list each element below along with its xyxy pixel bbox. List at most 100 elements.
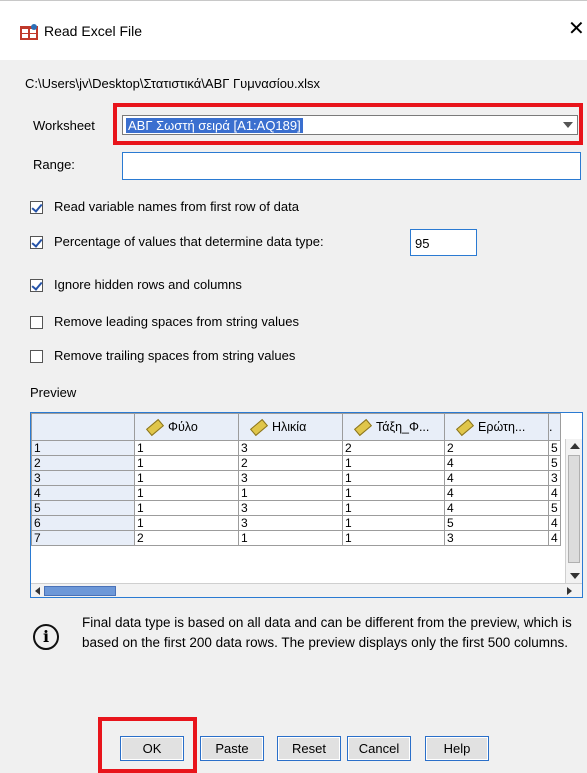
- header-row: Φύλο Ηλικία Τάξη_Φ... Ερώτη... .: [31, 413, 561, 441]
- column-header[interactable]: Τάξη_Φ...: [342, 413, 445, 441]
- table-cell: 1: [134, 440, 239, 456]
- remove-leading-label: Remove leading spaces from string values: [54, 314, 299, 329]
- chevron-down-icon: [570, 573, 580, 579]
- table-cell: 4: [444, 455, 549, 471]
- table-cell: 1: [342, 530, 445, 546]
- table-cell: 1: [134, 455, 239, 471]
- table-cell: 4: [548, 515, 561, 531]
- reset-button[interactable]: Reset: [277, 736, 341, 761]
- table-cell: 2: [134, 530, 239, 546]
- table-cell: 1: [342, 485, 445, 501]
- table-row: 5 1 3 1 4 5: [31, 500, 561, 516]
- worksheet-value: ΑΒΓ Σωστή σειρά [A1:AQ189]: [126, 118, 303, 133]
- close-icon[interactable]: ✕: [568, 19, 585, 39]
- preview-grid[interactable]: Φύλο Ηλικία Τάξη_Φ... Ερώτη... . 1 1 3 2…: [30, 412, 583, 598]
- table-cell: 2: [342, 440, 445, 456]
- table-cell: 5: [548, 440, 561, 456]
- table-cell: 1: [134, 470, 239, 486]
- vertical-scroll-thumb[interactable]: [568, 455, 580, 563]
- table-cell: 1: [134, 485, 239, 501]
- table-cell: 5: [548, 455, 561, 471]
- table-cell: 4: [444, 485, 549, 501]
- scroll-up-button[interactable]: [566, 439, 582, 453]
- read-var-names-checkbox[interactable]: [30, 201, 43, 214]
- column-header[interactable]: Φύλο: [134, 413, 239, 441]
- remove-trailing-label: Remove trailing spaces from string value…: [54, 348, 296, 363]
- column-header[interactable]: Ηλικία: [238, 413, 343, 441]
- read-var-names-label: Read variable names from first row of da…: [54, 199, 299, 214]
- table-row: 3 1 3 1 4 3: [31, 470, 561, 486]
- table-row: 6 1 3 1 5 4: [31, 515, 561, 531]
- horizontal-scrollbar[interactable]: [31, 583, 582, 597]
- table-row: 1 1 3 2 2 5: [31, 440, 561, 456]
- scale-variable-icon: [455, 419, 475, 437]
- help-button[interactable]: Help: [425, 736, 489, 761]
- table-cell: 4: [548, 485, 561, 501]
- table-cell: 3: [238, 440, 343, 456]
- preview-label: Preview: [30, 385, 77, 400]
- ok-button[interactable]: OK: [120, 736, 184, 761]
- percentage-checkbox[interactable]: [30, 236, 43, 249]
- table-cell: 4: [444, 470, 549, 486]
- spss-data-icon: [20, 24, 38, 40]
- table-cell: 1: [134, 515, 239, 531]
- table-cell: 3: [238, 470, 343, 486]
- table-cell: 5: [548, 500, 561, 516]
- info-icon: i: [33, 624, 59, 650]
- worksheet-select[interactable]: ΑΒΓ Σωστή σειρά [A1:AQ189]: [122, 115, 578, 135]
- table-cell: 2: [444, 440, 549, 456]
- title-bar: Read Excel File ✕: [0, 0, 587, 61]
- table-row: 2 1 2 1 4 5: [31, 455, 561, 471]
- preview-table: Φύλο Ηλικία Τάξη_Φ... Ερώτη... . 1 1 3 2…: [31, 413, 561, 546]
- row-header[interactable]: 5: [31, 500, 135, 516]
- table-row: 7 2 1 1 3 4: [31, 530, 561, 546]
- paste-button[interactable]: Paste: [200, 736, 264, 761]
- table-cell: 4: [548, 530, 561, 546]
- table-cell: 1: [238, 485, 343, 501]
- table-row: 4 1 1 1 4 4: [31, 485, 561, 501]
- file-path: C:\Users\jv\Desktop\Στατιστικά\ΑΒΓ Γυμνα…: [25, 76, 321, 91]
- row-header[interactable]: 1: [31, 440, 135, 456]
- scale-variable-icon: [353, 419, 373, 437]
- worksheet-label: Worksheet: [33, 118, 95, 133]
- table-cell: 1: [342, 500, 445, 516]
- window-title: Read Excel File: [44, 23, 143, 39]
- table-cell: 4: [444, 500, 549, 516]
- vertical-scrollbar[interactable]: [565, 439, 582, 583]
- table-cell: 5: [444, 515, 549, 531]
- row-header[interactable]: 3: [31, 470, 135, 486]
- cancel-button[interactable]: Cancel: [347, 736, 411, 761]
- table-cell: 1: [342, 470, 445, 486]
- table-cell: 1: [134, 500, 239, 516]
- row-header[interactable]: 7: [31, 530, 135, 546]
- scroll-left-icon[interactable]: [35, 587, 40, 595]
- scroll-down-button[interactable]: [566, 569, 582, 583]
- percentage-label: Percentage of values that determine data…: [54, 234, 324, 249]
- table-cell: 1: [342, 455, 445, 471]
- table-cell: 2: [238, 455, 343, 471]
- scroll-right-icon[interactable]: [567, 587, 572, 595]
- table-cell: 3: [238, 515, 343, 531]
- horizontal-scroll-thumb[interactable]: [44, 586, 116, 596]
- column-header[interactable]: Ερώτη...: [444, 413, 549, 441]
- row-header[interactable]: 2: [31, 455, 135, 471]
- table-cell: 1: [342, 515, 445, 531]
- ignore-hidden-label: Ignore hidden rows and columns: [54, 277, 242, 292]
- chevron-up-icon: [570, 443, 580, 449]
- row-header[interactable]: 4: [31, 485, 135, 501]
- table-cell: 1: [238, 530, 343, 546]
- range-label: Range:: [33, 157, 75, 172]
- table-cell: 3: [444, 530, 549, 546]
- remove-leading-checkbox[interactable]: [30, 316, 43, 329]
- remove-trailing-checkbox[interactable]: [30, 350, 43, 363]
- ignore-hidden-checkbox[interactable]: [30, 279, 43, 292]
- row-header[interactable]: 6: [31, 515, 135, 531]
- percentage-input[interactable]: 95: [410, 229, 477, 256]
- chevron-down-icon[interactable]: [563, 122, 573, 128]
- column-header[interactable]: .: [548, 413, 561, 441]
- corner-cell: [31, 413, 135, 441]
- info-message: Final data type is based on all data and…: [82, 615, 572, 650]
- scale-variable-icon: [145, 419, 165, 437]
- scale-variable-icon: [249, 419, 269, 437]
- range-input[interactable]: [122, 152, 581, 180]
